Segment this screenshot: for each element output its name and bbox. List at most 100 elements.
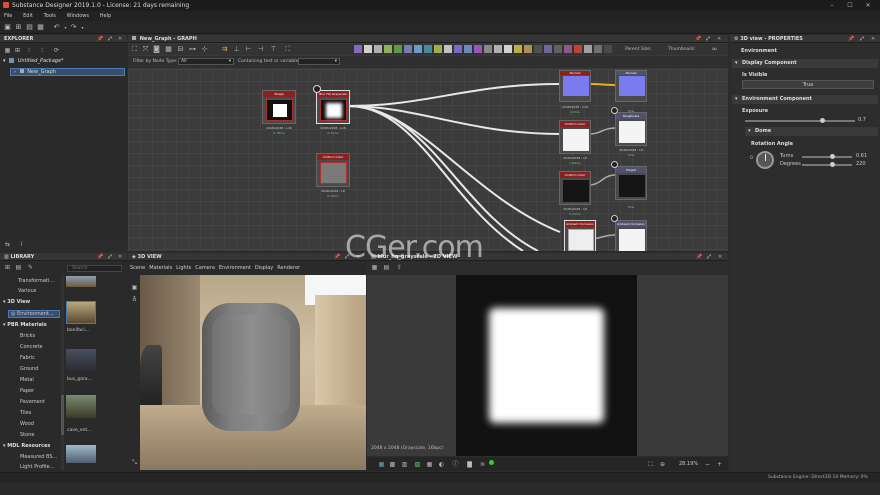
section-dome[interactable]: ▾ Dome	[745, 127, 878, 136]
lib-item-metal[interactable]: Metal	[20, 377, 34, 383]
minimize-button[interactable]: –	[823, 0, 841, 11]
menu-lights[interactable]: Lights	[176, 265, 191, 271]
exposure-value[interactable]: 0.7	[858, 117, 866, 123]
pin-icon[interactable]: 📌	[334, 253, 340, 261]
new-graph-icon[interactable]: ⊞	[14, 23, 23, 32]
zoom-out-icon[interactable]: −	[703, 460, 712, 469]
env-thumb-2[interactable]	[66, 301, 96, 324]
viewport-2d[interactable]	[367, 275, 728, 456]
graph-node-shape[interactable]: Shape 2048x2048 - L16 0.78ms	[262, 90, 296, 135]
grid-icon[interactable]: ▩	[388, 460, 397, 469]
save-icon[interactable]: ▦	[3, 46, 12, 55]
graph-node-uniform-black[interactable]: Uniform Color 2048x2048 - L8 0.14ms	[559, 171, 591, 216]
menu-scene[interactable]: Scene	[130, 265, 145, 271]
pin-icon[interactable]: 📌	[97, 253, 103, 261]
menu-renderer[interactable]: Renderer	[277, 265, 300, 271]
degrees-slider[interactable]	[802, 162, 852, 167]
eye-icon[interactable]: ◐	[437, 460, 446, 469]
zoom-icon[interactable]: ⊕	[658, 460, 667, 469]
fit-icon[interactable]: ⛶	[646, 460, 655, 469]
env-thumb-5[interactable]	[66, 445, 96, 463]
slider-knob[interactable]	[819, 118, 825, 123]
new-graph-icon[interactable]: ⊞	[13, 46, 22, 55]
close-icon[interactable]: ✕	[118, 35, 122, 43]
is-visible-field[interactable]: True	[742, 80, 874, 89]
info-icon[interactable]: i	[17, 240, 26, 249]
degrees-value[interactable]: 220	[856, 161, 866, 167]
exposure-slider[interactable]	[745, 118, 855, 123]
viewport-3d[interactable]	[140, 275, 366, 470]
folder-icon[interactable]: ▤	[14, 263, 23, 272]
lib-section-pbr[interactable]: ▾ PBR Materials	[3, 322, 47, 328]
lib-item-concrete[interactable]: Concrete	[20, 344, 43, 350]
lib-item-environment[interactable]: ◎ Environment...	[8, 310, 60, 318]
alpha-icon[interactable]: ▦	[425, 460, 434, 469]
pin-icon[interactable]: 📌	[848, 35, 854, 43]
chevron-down-icon[interactable]: ▾	[78, 23, 87, 32]
lib-item-measured[interactable]: Measured BS...	[20, 454, 57, 460]
close-icon[interactable]: ✕	[871, 35, 875, 43]
upload-icon[interactable]: ⇧	[25, 46, 34, 55]
save-icon[interactable]: ▦	[36, 23, 45, 32]
info-icon[interactable]: ⓘ	[451, 460, 460, 469]
lib-item-wood[interactable]: Wood	[20, 421, 34, 427]
graph-node-uniform-white[interactable]: Uniform Color 2048x2048 - L8 1.84ms	[559, 120, 591, 165]
light-icon[interactable]: ♁	[130, 295, 139, 304]
refresh-icon[interactable]: ⟳	[52, 46, 61, 55]
add-icon[interactable]: ⊞	[3, 263, 12, 272]
lib-item-ground[interactable]: Ground	[20, 366, 38, 372]
tree-graph[interactable]: › New_Graph	[10, 68, 125, 76]
maximize-icon[interactable]: ⤢	[108, 253, 112, 261]
lib-item-paper[interactable]: Paper	[20, 388, 34, 394]
lib-item-tiles[interactable]: Tiles	[20, 410, 31, 416]
lib-item-light-profile[interactable]: Light Profile...	[20, 464, 54, 470]
env-thumb-4[interactable]	[66, 395, 96, 418]
zoom-level[interactable]: 28.19%	[679, 461, 698, 467]
slider-knob[interactable]	[830, 162, 835, 167]
section-environment-component[interactable]: ▾ Environment Component	[732, 95, 878, 104]
menu-file[interactable]: File	[4, 13, 12, 19]
hierarchy-icon[interactable]: ⇆	[3, 240, 12, 249]
tree-package[interactable]: ▾ Untitled_Package*	[3, 58, 64, 64]
histogram-icon[interactable]: ▇	[465, 460, 474, 469]
color-icon[interactable]: ▧	[413, 460, 422, 469]
open-icon[interactable]: ▤	[25, 23, 34, 32]
section-display-component[interactable]: ▾ Display Component	[732, 59, 878, 68]
lib-item-bricks[interactable]: Bricks	[20, 333, 35, 339]
menu-windows[interactable]: Windows	[67, 13, 89, 19]
lib-section-3d-view[interactable]: ▾ 3D View	[3, 299, 30, 305]
turns-value[interactable]: 0.61	[856, 153, 867, 159]
tile-icon[interactable]: ▥	[400, 460, 409, 469]
output-node-height[interactable]: Height 0ms	[615, 166, 647, 209]
lib-item-transformation[interactable]: Transformati...	[18, 278, 54, 284]
publish-icon[interactable]: ⇪	[38, 46, 47, 55]
maximize-icon[interactable]: ⤢	[108, 35, 112, 43]
slider-knob[interactable]	[830, 154, 835, 159]
menu-display[interactable]: Display	[255, 265, 273, 271]
menu-edit[interactable]: Edit	[23, 13, 33, 19]
library-search-input[interactable]: Search	[67, 265, 122, 272]
lib-item-stone[interactable]: Stone	[20, 432, 34, 438]
rotation-dial[interactable]	[756, 151, 774, 169]
graph-node-ambient-occlusion[interactable]: Ambient Occlusion	[564, 220, 596, 251]
menu-tools[interactable]: Tools	[44, 13, 56, 19]
output-node-ambient-occlusion[interactable]: Ambient Occlusion	[615, 220, 647, 251]
camera-icon[interactable]: ▣	[130, 283, 139, 292]
graph-node-blur[interactable]: Blur HQ Grayscale 2048x2048 - L16 0.31ms	[316, 90, 350, 135]
close-icon[interactable]: ✕	[718, 253, 722, 261]
zoom-in-icon[interactable]: +	[715, 460, 724, 469]
maximize-button[interactable]: ☐	[841, 0, 859, 11]
undo-icon[interactable]: ↶	[52, 23, 61, 32]
maximize-icon[interactable]: ⤢	[860, 35, 864, 43]
new-package-icon[interactable]: ▣	[3, 23, 12, 32]
brush-icon[interactable]: ✎	[26, 263, 35, 272]
lib-item-pavement[interactable]: Pavement	[20, 399, 45, 405]
menu-camera[interactable]: Camera	[195, 265, 215, 271]
turns-slider[interactable]	[802, 154, 852, 159]
lib-section-mdl[interactable]: ▾ MDL Resources	[3, 443, 50, 449]
redo-icon[interactable]: ↷	[69, 23, 78, 32]
graph-node-uniform-color[interactable]: Uniform Color 2048x2048 - L8 0.13ms	[316, 153, 350, 198]
output-node-roughness[interactable]: Roughness 2048x2048 - L8 0ms	[615, 112, 647, 157]
channel-icon[interactable]: ▦	[377, 460, 386, 469]
lib-item-various[interactable]: Various	[18, 288, 36, 294]
